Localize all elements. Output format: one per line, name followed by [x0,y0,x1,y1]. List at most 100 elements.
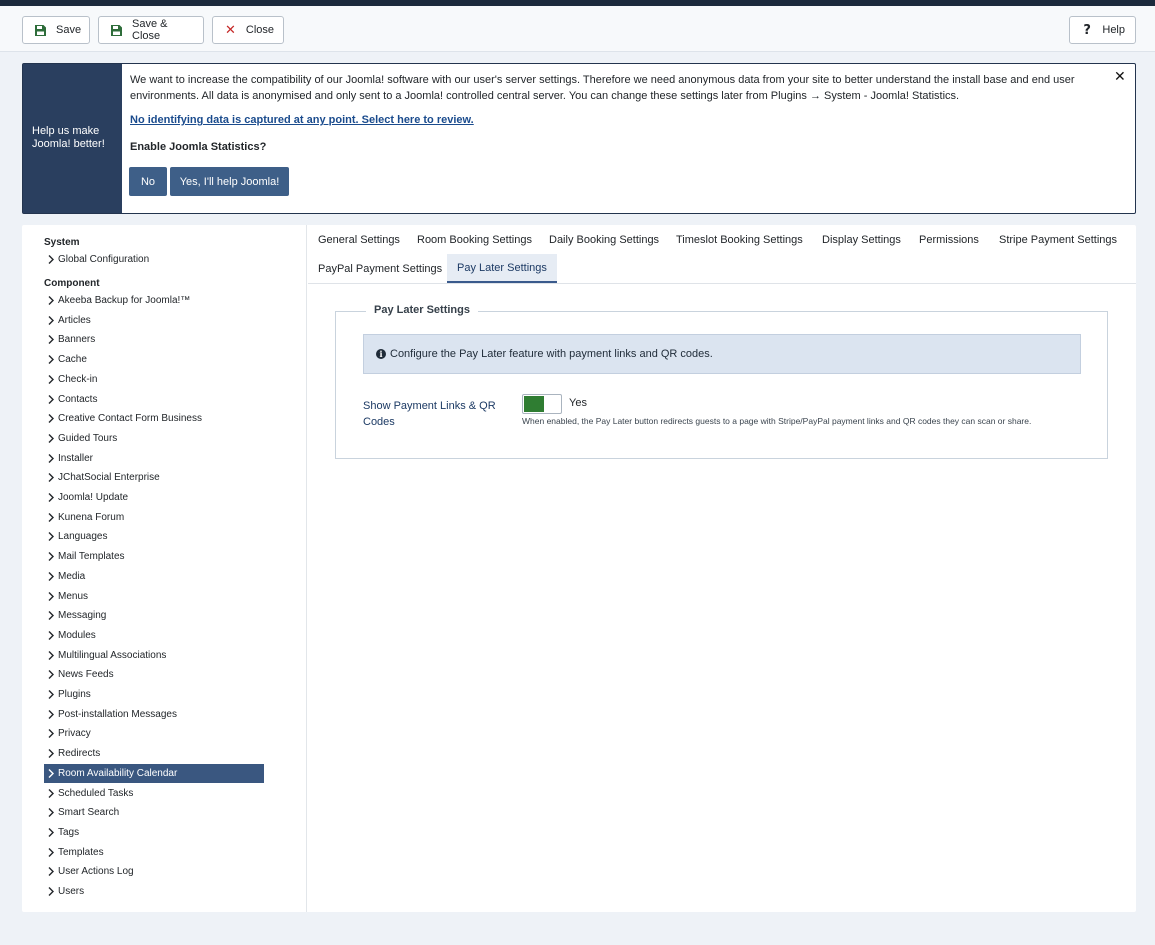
sidebar-item-global-configuration[interactable]: Global Configuration [44,250,264,269]
sidebar-item-menus[interactable]: Menus [44,587,264,606]
sidebar-item-news-feeds[interactable]: News Feeds [44,665,264,684]
sidebar-item-cache[interactable]: Cache [44,350,264,369]
chevron-right-icon [44,390,58,409]
sidebar-item-plugins[interactable]: Plugins [44,685,264,704]
sidebar-item-smart-search[interactable]: Smart Search [44,803,264,822]
statistics-side-title-line2: Joomla! better! [32,138,105,150]
sidebar-item-multilingual-associations[interactable]: Multilingual Associations [44,646,264,665]
show-payment-links-label: Show Payment Links & QR Codes [363,400,496,428]
sidebar-item-mail-templates[interactable]: Mail Templates [44,547,264,566]
sidebar-item-creative-contact-form-business[interactable]: Creative Contact Form Business [44,409,264,428]
sidebar-group-component: Component [44,278,100,289]
sidebar-item-label: Akeeba Backup for Joomla!™ [58,295,191,306]
sidebar-item-label: Articles [58,314,91,326]
help-label: Help [1102,24,1125,36]
sidebar-item-label: Mail Templates [58,551,125,563]
chevron-right-icon [44,567,58,586]
sidebar-item-label: User Actions Log [58,866,134,878]
statistics-review-link[interactable]: No identifying data is captured at any p… [130,114,474,126]
tab-display-settings[interactable]: Display Settings [812,225,911,254]
sidebar-item-label: Privacy [58,728,91,740]
chevron-right-icon [44,508,58,527]
show-payment-links-toggle[interactable] [522,394,562,414]
chevron-right-icon [44,449,58,468]
chevron-right-icon [44,744,58,763]
statistics-question: Enable Joomla Statistics? [130,141,267,153]
settings-tabs: General Settings Room Booking Settings Dai… [308,225,1136,284]
chevron-right-icon [44,823,58,842]
toggle-knob [524,396,544,412]
sidebar-item-label: Check-in [58,373,98,385]
sidebar-item-messaging[interactable]: Messaging [44,606,264,625]
sidebar-item-privacy[interactable]: Privacy [44,724,264,743]
statistics-yes-button[interactable]: Yes, I'll help Joomla! [170,167,289,196]
statistics-no-button[interactable]: No [129,167,167,196]
chevron-right-icon [44,626,58,645]
chevron-right-icon [44,843,58,862]
sidebar-item-articles[interactable]: Articles [44,311,264,330]
field-description: When enabled, the Pay Later button redir… [522,416,1032,426]
sidebar-item-kunena-forum[interactable]: Kunena Forum [44,508,264,527]
chevron-right-icon [44,468,58,487]
sidebar-item-contacts[interactable]: Contacts [44,390,264,409]
tab-permissions[interactable]: Permissions [909,225,989,254]
chevron-right-icon [44,311,58,330]
tab-paypal-payment-settings[interactable]: PayPal Payment Settings [308,254,452,283]
sidebar-item-joomla-update[interactable]: Joomla! Update [44,488,264,507]
sidebar-item-tags[interactable]: Tags [44,823,264,842]
sidebar-item-label: Messaging [58,610,107,622]
chevron-right-icon [44,784,58,803]
chevron-right-icon [44,685,58,704]
pay-later-fieldset: Pay Later Settings i Configure the Pay L… [335,304,1108,459]
sidebar-item-label: Scheduled Tasks [58,787,134,799]
sidebar-item-label: Languages [58,531,108,543]
sidebar-item-languages[interactable]: Languages [44,527,264,546]
sidebar-item-label: Installer [58,452,94,464]
sidebar-item-label: News Feeds [58,669,114,681]
sidebar-item-media[interactable]: Media [44,567,264,586]
chevron-right-icon [44,350,58,369]
sidebar-item-installer[interactable]: Installer [44,449,264,468]
sidebar-item-akeeba-backup-for-joomla[interactable]: Akeeba Backup for Joomla!™ [44,291,264,310]
chevron-right-icon [44,330,58,349]
sidebar-item-room-availability-calendar[interactable]: Room Availability Calendar [44,763,264,783]
tab-timeslot-booking-settings[interactable]: Timeslot Booking Settings [666,225,813,254]
sidebar-item-label: Guided Tours [58,432,118,444]
tab-room-booking-settings[interactable]: Room Booking Settings [407,225,542,254]
tab-stripe-payment-settings[interactable]: Stripe Payment Settings [989,225,1127,254]
close-icon[interactable]: ✕ [1114,69,1126,85]
sidebar-item-templates[interactable]: Templates [44,843,264,862]
sidebar-item-post-installation-messages[interactable]: Post-installation Messages [44,705,264,724]
tab-pay-later-settings[interactable]: Pay Later Settings [447,254,557,283]
sidebar-item-label: Room Availability Calendar [58,767,178,779]
sidebar-item-redirects[interactable]: Redirects [44,744,264,763]
info-alert: i Configure the Pay Later feature with p… [363,334,1081,374]
sidebar-item-users[interactable]: Users [44,882,264,901]
sidebar-item-user-actions-log[interactable]: User Actions Log [44,862,264,881]
statistics-side-title-line1: Help us make [32,125,100,137]
tab-daily-booking-settings[interactable]: Daily Booking Settings [539,225,669,254]
help-button[interactable]: ? Help [1069,16,1136,44]
options-panel: System Global Configuration Component Ak… [22,225,1136,912]
sidebar-item-check-in[interactable]: Check-in [44,370,264,389]
sidebar-item-guided-tours[interactable]: Guided Tours [44,429,264,448]
close-label: Close [245,24,275,36]
sidebar-item-label: Modules [58,629,96,641]
sidebar-group-system: System [44,237,80,248]
sidebar-item-jchatsocial-enterprise[interactable]: JChatSocial Enterprise [44,468,264,487]
save-close-button[interactable]: Save & Close [98,16,204,44]
close-button[interactable]: ✕ Close [212,16,284,44]
sidebar-item-label: Global Configuration [58,254,150,265]
sidebar-item-banners[interactable]: Banners [44,330,264,349]
sidebar-item-modules[interactable]: Modules [44,626,264,645]
save-button[interactable]: Save [22,16,90,44]
question-icon: ? [1083,22,1091,38]
chevron-right-icon [44,527,58,546]
sidebar-item-label: JChatSocial Enterprise [58,472,160,484]
chevron-right-icon [44,370,58,389]
save-close-label: Save & Close [132,18,168,42]
sidebar-item-label: Contacts [58,393,98,405]
sidebar-item-label: Tags [58,826,80,838]
tab-general-settings[interactable]: General Settings [308,225,410,254]
sidebar-item-scheduled-tasks[interactable]: Scheduled Tasks [44,784,264,803]
